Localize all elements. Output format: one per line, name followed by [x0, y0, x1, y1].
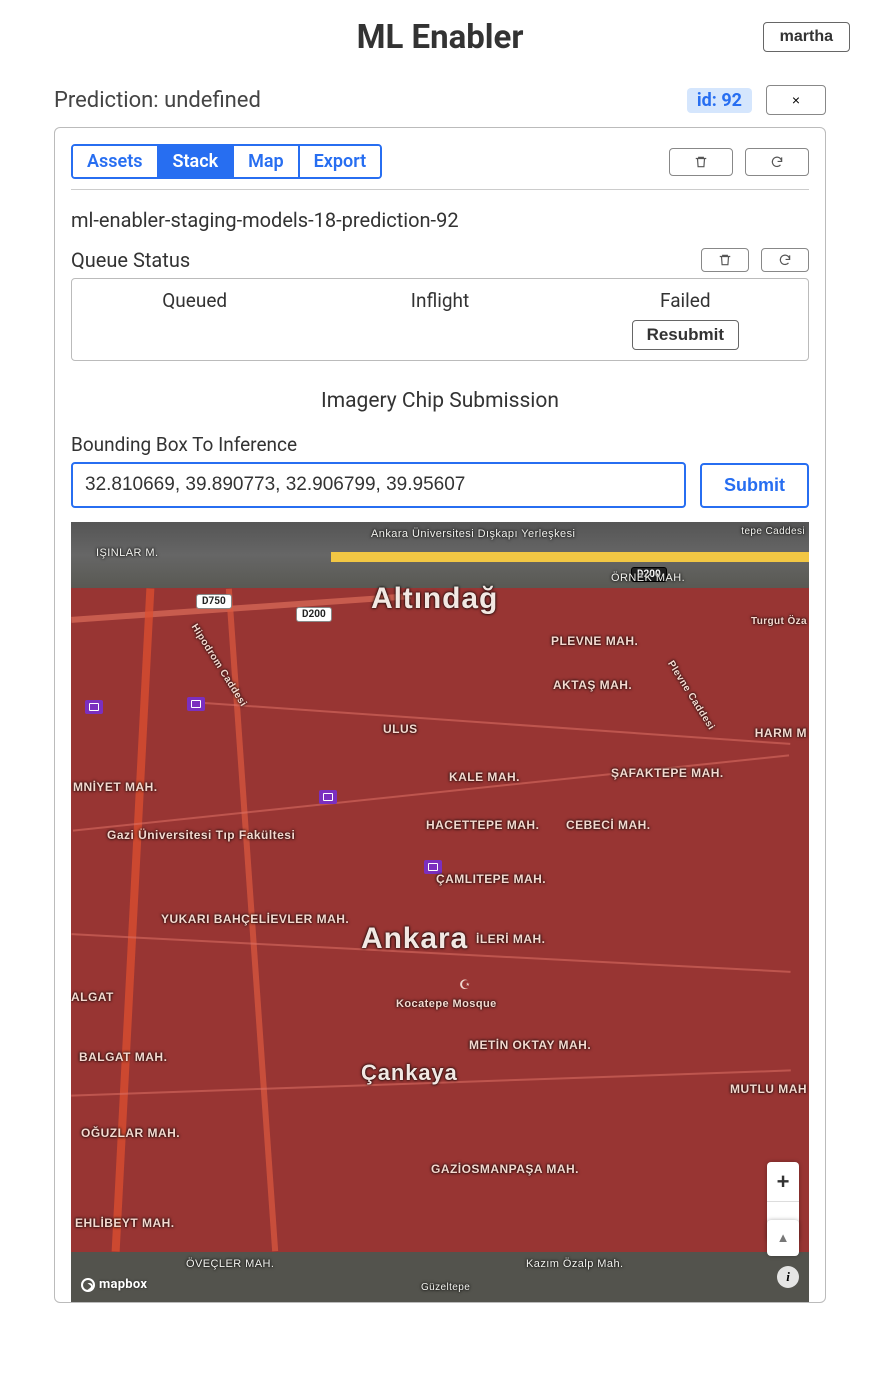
map-label: Çankaya — [361, 1060, 458, 1086]
poi-icon: ☪ — [459, 978, 471, 993]
map-label: Ankara Üniversitesi Dışkapı Yerleşkesi — [371, 528, 575, 540]
submit-button[interactable]: Submit — [700, 463, 809, 508]
map-label: CEBECİ MAH. — [566, 818, 651, 832]
tab-group: Assets Stack Map Export — [71, 144, 382, 179]
header: ML Enabler martha — [0, 0, 880, 67]
map-label: ALGAT — [71, 990, 114, 1004]
queue-col-label: Queued — [162, 289, 227, 312]
map-label: AKTAŞ MAH. — [553, 678, 632, 692]
map-label: YUKARI BAHÇELİEVLER MAH. — [161, 912, 349, 926]
prediction-heading: Prediction: undefined — [54, 88, 261, 113]
map-label: ÇAMLITEPE MAH. — [436, 872, 546, 886]
map-label: Kazım Özalp Mah. — [526, 1258, 624, 1270]
map-label: Altındağ — [371, 582, 498, 616]
model-name: ml-enabler-staging-models-18-prediction-… — [71, 190, 809, 248]
info-icon: i — [786, 1269, 790, 1285]
refresh-icon — [770, 155, 784, 169]
close-icon: × — [792, 92, 800, 108]
page-title: ML Enabler — [357, 18, 524, 57]
map-label: OĞUZLAR MAH. — [81, 1126, 180, 1140]
map-label: MUTLU MAH — [730, 1082, 807, 1096]
transit-icon — [319, 790, 337, 804]
map-label: EHLİBEYT MAH. — [75, 1216, 175, 1230]
refresh-stack-button[interactable] — [745, 148, 809, 176]
queue-table: Queued Inflight Failed Resubmit — [71, 278, 809, 361]
road-shield: D750 — [196, 594, 232, 609]
prediction-value: undefined — [164, 88, 261, 113]
map-label: İLERİ MAH. — [476, 932, 545, 946]
subheader: Prediction: undefined id: 92 × — [0, 67, 880, 123]
delete-queue-button[interactable] — [701, 248, 749, 272]
main-panel: Assets Stack Map Export ml-enabler-stagi… — [54, 127, 826, 1303]
delete-stack-button[interactable] — [669, 148, 733, 176]
trash-icon — [718, 253, 732, 267]
road — [331, 552, 809, 562]
bbox-row: Submit — [71, 462, 809, 508]
close-button[interactable]: × — [766, 85, 826, 115]
map-label: IŞINLAR M. — [96, 547, 158, 559]
map-label: ÖVEÇLER MAH. — [186, 1258, 274, 1270]
tab-export[interactable]: Export — [300, 146, 381, 177]
map-label: tepe Caddesi — [741, 526, 805, 537]
map-label: KALE MAH. — [449, 770, 520, 784]
queue-col-failed: Failed Resubmit — [563, 279, 808, 360]
map-label: GAZİOSMANPAŞA MAH. — [431, 1162, 579, 1176]
queue-title: Queue Status — [71, 248, 190, 272]
mapbox-icon — [81, 1278, 95, 1292]
map-label: Ankara — [361, 922, 468, 956]
queue-col-inflight: Inflight — [317, 279, 562, 360]
map-label: Gazi Üniversitesi Tıp Fakültesi — [107, 828, 295, 842]
tab-assets[interactable]: Assets — [73, 146, 159, 177]
map-label: HACETTEPE MAH. — [426, 818, 539, 832]
map-label: Kocatepe Mosque — [396, 998, 497, 1010]
queue-header: Queue Status — [71, 248, 809, 278]
road-shield: D200 — [296, 607, 332, 622]
transit-icon — [85, 700, 103, 714]
refresh-queue-button[interactable] — [761, 248, 809, 272]
map-compass[interactable]: ▲ — [767, 1220, 799, 1256]
map-label: HARM M — [755, 726, 807, 740]
bbox-input[interactable] — [71, 462, 686, 508]
resubmit-button[interactable]: Resubmit — [632, 320, 739, 350]
queue-col-label: Failed — [660, 289, 711, 312]
map-label: Turgut Öza — [751, 616, 807, 627]
map-label: MNİYET MAH. — [73, 780, 158, 794]
map-label: METİN OKTAY MAH. — [469, 1038, 591, 1052]
map-label: ULUS — [383, 722, 418, 736]
queue-col-queued: Queued — [72, 279, 317, 360]
map-label: BALGAT MAH. — [79, 1050, 167, 1064]
map-bottom-strip — [71, 1252, 809, 1302]
tab-map[interactable]: Map — [234, 146, 300, 177]
map-info-button[interactable]: i — [777, 1266, 799, 1288]
prediction-prefix: Prediction: — [54, 88, 164, 113]
map[interactable]: D750 D200 D200 IŞINLAR M. Ankara Ünivers… — [71, 522, 809, 1302]
user-menu-button[interactable]: martha — [763, 22, 850, 52]
map-label: Güzeltepe — [421, 1282, 470, 1293]
imagery-section-title: Imagery Chip Submission — [71, 361, 809, 433]
tab-stack[interactable]: Stack — [159, 146, 235, 177]
compass-icon: ▲ — [777, 1230, 790, 1246]
bbox-label: Bounding Box To Inference — [71, 433, 809, 462]
trash-icon — [694, 155, 708, 169]
id-badge: id: 92 — [687, 88, 752, 113]
map-label: PLEVNE MAH. — [551, 634, 638, 648]
map-label: ÖRNEK MAH. — [611, 572, 685, 584]
mapbox-text: mapbox — [99, 1277, 147, 1292]
transit-icon — [187, 697, 205, 711]
refresh-icon — [778, 253, 792, 267]
zoom-in-button[interactable]: + — [767, 1162, 799, 1202]
mapbox-logo: mapbox — [81, 1277, 147, 1292]
panel-toolbar: Assets Stack Map Export — [71, 144, 809, 190]
queue-col-label: Inflight — [411, 289, 469, 312]
map-label: ŞAFAKTEPE MAH. — [611, 766, 724, 780]
